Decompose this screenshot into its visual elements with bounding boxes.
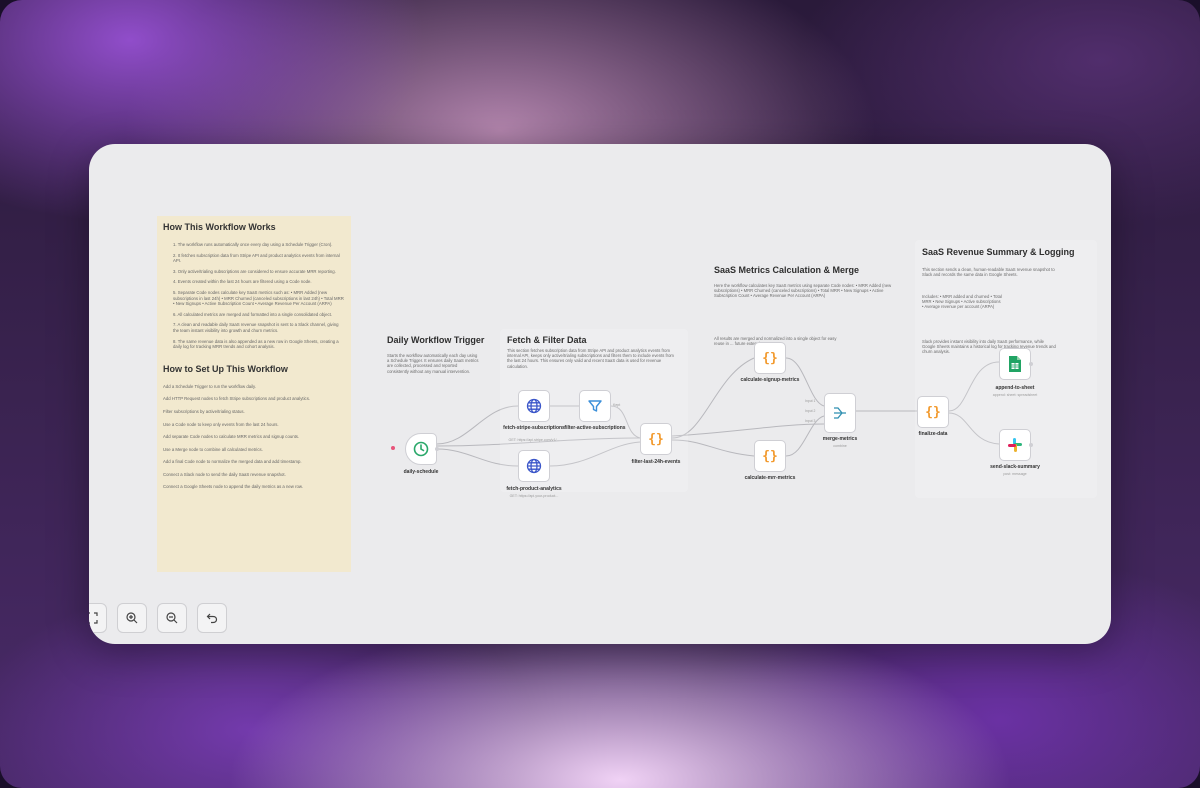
output-handle[interactable]	[1029, 443, 1033, 447]
node-label: append-to-sheet	[995, 385, 1035, 391]
zoom-in-button[interactable]	[117, 603, 147, 633]
globe-icon	[526, 398, 542, 414]
clock-icon	[413, 441, 429, 457]
node-label: merge-metrics	[822, 436, 858, 442]
merge-icon	[834, 407, 846, 419]
globe-icon	[526, 458, 542, 474]
undo-icon	[206, 613, 218, 624]
setup-step: Connect a Slack node to send the daily S…	[163, 471, 286, 477]
node-label: calculate-signup-metrics	[740, 377, 800, 383]
undo-button[interactable]	[197, 603, 227, 633]
filter-icon	[588, 400, 602, 412]
section-title-summary: SaaS Revenue Summary & Logging	[922, 247, 1075, 257]
setup-step: Add separate Code nodes to calculate MRR…	[163, 434, 300, 440]
setup-title: How to Set Up This Workflow	[163, 363, 288, 374]
sticky-note-instructions[interactable]: How This Workflow Works 1. The workflow …	[157, 216, 351, 572]
section-text-summary: This section sends a clean, human-readab…	[922, 267, 1055, 278]
node-append-to-sheet[interactable]	[999, 348, 1031, 380]
setup-step: Add HTTP Request nodes to fetch Stripe s…	[163, 396, 311, 402]
zoom-out-icon	[166, 612, 178, 624]
setup-step: Add a final Code node to normalize the m…	[163, 459, 302, 465]
node-label: filter-active-subscriptions	[564, 425, 626, 431]
zoom-in-icon	[126, 612, 138, 624]
node-label: send-slack-summary	[990, 464, 1040, 470]
trigger-marker-icon	[391, 446, 395, 450]
node-subtitle: post: message	[1003, 472, 1027, 476]
how-step: 5. Separate Code nodes calculate key Saa…	[173, 289, 344, 307]
node-calculate-mrr-metrics[interactable]: {}	[754, 440, 786, 472]
setup-step: Connect a Google Sheets node to append t…	[163, 484, 303, 490]
how-step: 1. The workflow runs automatically once …	[173, 242, 333, 247]
how-steps-list: 1. The workflow runs automatically once …	[163, 242, 345, 350]
section-text-summary-includes: Includes: • MRR added and churned • Tota…	[922, 294, 1002, 310]
how-step: 3. Only active/trialing subscriptions ar…	[173, 268, 336, 274]
how-step: 2. It fetches subscription data from Str…	[173, 252, 340, 264]
section-text-summary-2: Slack provides instant visibility into d…	[922, 339, 1056, 355]
output-label-kept: Kept	[613, 403, 621, 407]
code-braces-icon: {}	[762, 448, 778, 464]
how-step: 7. A clean and readable daily SaaS reven…	[173, 322, 339, 333]
node-fetch-product-analytics[interactable]	[518, 450, 550, 482]
section-text-fetch: This section fetches subscription data f…	[507, 348, 674, 369]
code-braces-icon: {}	[762, 350, 778, 366]
node-subtitle: GET: https://api.stripe.com/v1/...	[508, 438, 560, 442]
node-label: finalize-data	[918, 431, 948, 437]
how-step: 4. Events created within the last 24 hou…	[173, 279, 312, 285]
node-label: calculate-mrr-metrics	[744, 475, 796, 481]
setup-step: Use a Code node to keep only events from…	[163, 421, 279, 427]
node-daily-schedule[interactable]	[405, 433, 437, 465]
how-step: 8. The same revenue data is also appende…	[173, 338, 339, 350]
section-title-metrics: SaaS Metrics Calculation & Merge	[714, 265, 860, 275]
workflow-canvas[interactable]: How This Workflow Works 1. The workflow …	[89, 144, 1111, 644]
how-it-works-title: How This Workflow Works	[163, 222, 276, 232]
output-handle[interactable]	[435, 447, 439, 451]
how-step: 6. All calculated metrics are merged and…	[173, 311, 333, 317]
node-finalize-data[interactable]: {}	[917, 396, 949, 428]
node-subtitle: GET: https://api.your-product...	[509, 494, 559, 498]
node-filter-last-24h-events[interactable]: {}	[640, 423, 672, 455]
setup-step: Add a Schedule Trigger to run the workfl…	[163, 383, 257, 389]
node-label: fetch-product-analytics	[506, 486, 562, 492]
node-filter-active-subscriptions[interactable]	[579, 390, 611, 422]
output-handle[interactable]	[1029, 362, 1033, 366]
zoom-out-button[interactable]	[157, 603, 187, 633]
code-braces-icon: {}	[925, 404, 941, 420]
node-label: daily-schedule	[403, 469, 439, 475]
input-label: Input 3	[805, 419, 816, 423]
section-title-fetch: Fetch & Filter Data	[507, 335, 587, 345]
node-subtitle: combine	[833, 444, 847, 448]
setup-step: Use a Merge node to combine all calculat…	[163, 446, 263, 452]
fit-view-icon	[89, 612, 98, 624]
node-merge-metrics[interactable]	[824, 393, 856, 433]
input-label: Input 1	[805, 399, 816, 403]
setup-step: Filter subscriptions by active/trialing …	[163, 408, 245, 414]
input-label: Input 2	[805, 409, 816, 413]
node-subtitle: append: sheet: spreadsheet	[992, 393, 1038, 397]
node-calculate-signup-metrics[interactable]: {}	[754, 342, 786, 374]
slack-icon	[1008, 438, 1022, 452]
code-braces-icon: {}	[648, 431, 664, 447]
node-fetch-stripe-subscriptions[interactable]	[518, 390, 550, 422]
section-text-trigger: Starts the workflow automatically each d…	[387, 353, 479, 374]
google-sheets-icon	[1009, 356, 1021, 372]
fit-view-button[interactable]	[89, 603, 107, 633]
node-label: filter-last-24h-events	[631, 459, 681, 465]
section-text-metrics: Here the workflow calculates key SaaS me…	[714, 283, 892, 299]
node-send-slack-summary[interactable]	[999, 429, 1031, 461]
section-title-trigger: Daily Workflow Trigger	[387, 335, 485, 345]
